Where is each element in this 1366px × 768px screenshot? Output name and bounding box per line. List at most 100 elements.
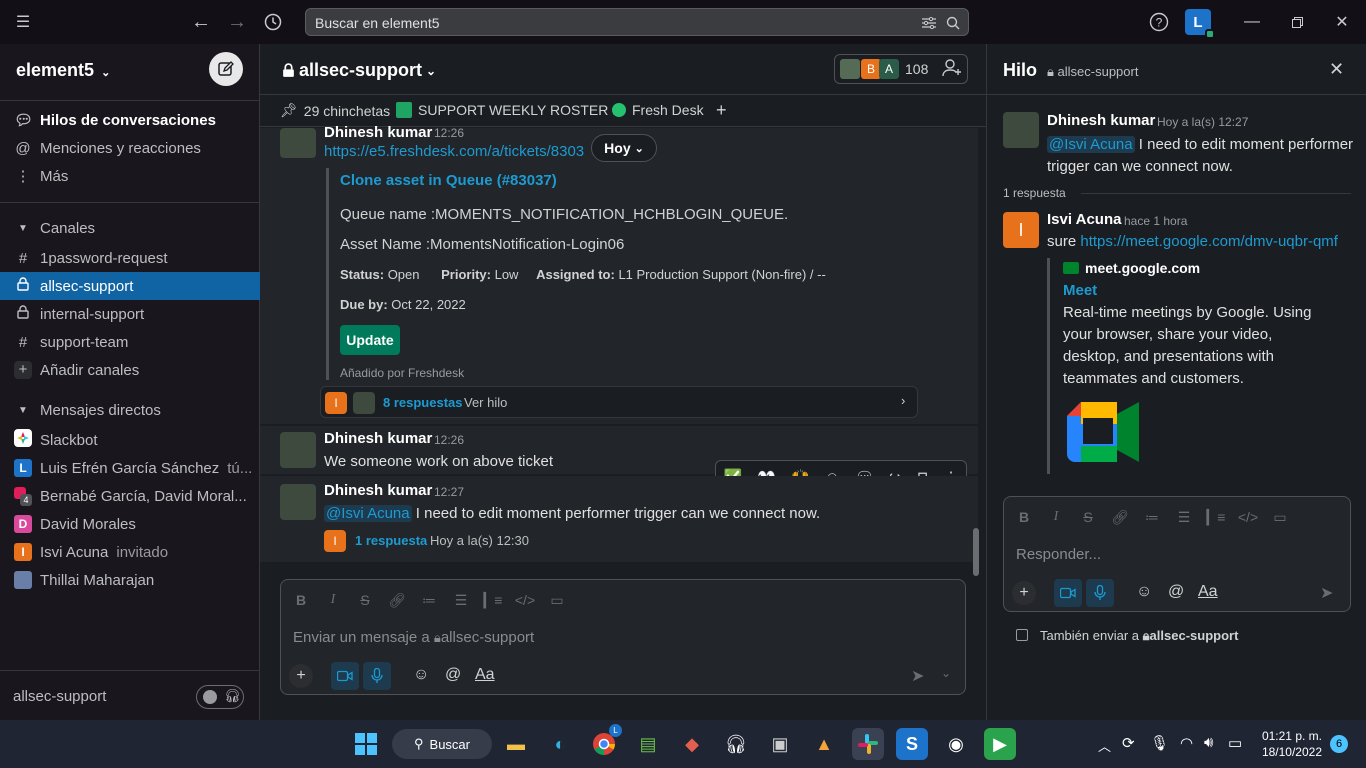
notepad-icon[interactable]: ▤ — [632, 728, 664, 760]
nav-mentions[interactable]: @ Menciones y reacciones — [0, 134, 260, 162]
strikethrough-icon[interactable]: S — [349, 592, 381, 609]
ticket-link[interactable]: https://e5.freshdesk.com/a/tickets/8303 — [324, 143, 584, 160]
code-block-icon[interactable]: ▭ — [1264, 509, 1296, 526]
blockquote-icon[interactable]: ▎≡ — [477, 592, 509, 609]
app-orange-icon[interactable]: ▲ — [808, 728, 840, 760]
search-bar[interactable]: Buscar en element5 — [305, 8, 969, 36]
replies-count[interactable]: 1 respuesta — [355, 533, 427, 548]
text-format-button[interactable]: Aa — [1198, 583, 1218, 601]
channel-title[interactable]: allsec-support ⌄ — [282, 60, 436, 81]
package-icon[interactable]: ◆ — [676, 728, 708, 760]
edge-icon[interactable]: ◐ — [544, 728, 576, 760]
card-title[interactable]: Clone asset in Queue (#83037) — [340, 172, 557, 189]
headset-icon[interactable]: 🎧︎ — [720, 728, 752, 760]
author-name[interactable]: Dhinesh kumar — [324, 124, 432, 141]
chrome-icon[interactable]: L — [588, 724, 622, 760]
huddle-toggle[interactable]: 🎧︎ — [196, 685, 244, 709]
clock[interactable]: 01:21 p. m. 18/10/2022 — [1256, 728, 1322, 760]
slack-taskbar-icon[interactable] — [852, 728, 884, 760]
bulleted-list-icon[interactable]: ☰ — [445, 592, 477, 609]
sidebar-item-allsec-support[interactable]: allsec-support — [0, 272, 260, 300]
dm-group[interactable]: 4 Bernabé García, David Moral... — [0, 482, 260, 510]
bold-icon[interactable]: B — [1008, 509, 1040, 526]
video-clip-button[interactable] — [1054, 579, 1082, 607]
also-send-checkbox[interactable] — [1016, 629, 1028, 641]
strikethrough-icon[interactable]: S — [1072, 509, 1104, 526]
meet-link[interactable]: https://meet.google.com/dmv-uqbr-qmf — [1080, 233, 1338, 250]
link-icon[interactable]: 🔗︎ — [1104, 509, 1136, 526]
bold-icon[interactable]: B — [285, 592, 317, 609]
microphone-tray-icon[interactable]: 🎙︎ — [1150, 734, 1169, 752]
composer-input[interactable]: Enviar un mensaje a 🔒︎allsec-support — [293, 629, 534, 646]
thread-summary[interactable]: I 8 respuestas Ver hilo › — [320, 386, 918, 418]
add-bookmark-button[interactable]: + — [716, 100, 727, 121]
date-divider-pill[interactable]: Hoy ⌄ — [591, 134, 657, 162]
author-name[interactable]: Isvi Acuna — [1047, 211, 1121, 228]
reply-input[interactable]: Responder... — [1016, 546, 1101, 563]
dm-thillai[interactable]: Thillai Maharajan — [0, 566, 260, 594]
app-green-icon[interactable]: ▶ — [984, 728, 1016, 760]
italic-icon[interactable]: I — [1040, 509, 1072, 526]
roster-bookmark[interactable]: SUPPORT WEEKLY ROSTER ... — [396, 102, 624, 118]
bulleted-list-icon[interactable]: ☰ — [1168, 509, 1200, 526]
timestamp[interactable]: hace 1 hora — [1124, 214, 1187, 228]
dm-slackbot[interactable]: Slackbot — [0, 426, 260, 454]
view-thread-link[interactable]: Ver hilo — [464, 395, 507, 410]
thread-channel[interactable]: 🔒︎ allsec-support — [1047, 64, 1138, 80]
add-member-button[interactable] — [940, 56, 968, 84]
blockquote-icon[interactable]: ▎≡ — [1200, 509, 1232, 526]
timestamp[interactable]: Hoy a la(s) 12:27 — [1157, 115, 1248, 129]
mention-icon[interactable]: @ — [1168, 583, 1184, 601]
code-icon[interactable]: </> — [1232, 509, 1264, 526]
close-thread-icon[interactable]: ✕ — [1329, 59, 1344, 80]
nav-more[interactable]: ⋮ Más — [0, 162, 260, 190]
timestamp[interactable]: 12:26 — [434, 433, 464, 447]
dm-header[interactable]: ▼ Mensajes directos — [0, 396, 260, 424]
audio-clip-button[interactable] — [1086, 579, 1114, 607]
chevron-down-icon[interactable]: ⌄ — [941, 666, 951, 680]
sidebar-item-1password-request[interactable]: #1password-request — [0, 244, 260, 272]
mention-icon[interactable]: @ — [445, 666, 461, 684]
user-avatar[interactable]: L — [1185, 9, 1215, 39]
code-icon[interactable]: </> — [509, 592, 541, 609]
search-icon[interactable] — [944, 14, 962, 32]
text-format-button[interactable]: Aa — [475, 666, 495, 684]
file-explorer-icon[interactable]: ▬ — [500, 728, 532, 760]
start-icon[interactable] — [350, 728, 382, 760]
restore-icon[interactable] — [1287, 12, 1307, 32]
help-icon[interactable]: ? — [1148, 11, 1170, 33]
back-arrow-icon[interactable]: ← — [190, 10, 212, 34]
ordered-list-icon[interactable]: ≔ — [1136, 509, 1168, 526]
app-blue-icon[interactable]: S — [896, 728, 928, 760]
video-clip-button[interactable] — [331, 662, 359, 690]
ordered-list-icon[interactable]: ≔ — [413, 592, 445, 609]
sidebar-item-support-team[interactable]: # support-team — [0, 328, 260, 356]
history-icon[interactable] — [262, 10, 284, 34]
battery-icon[interactable]: ▭ — [1228, 734, 1242, 752]
close-window-icon[interactable]: ✕ — [1332, 12, 1352, 32]
menu-icon[interactable]: ☰ — [12, 12, 34, 32]
author-name[interactable]: Dhinesh kumar — [1047, 112, 1155, 129]
channels-header[interactable]: ▼ Canales — [0, 214, 260, 242]
emoji-icon[interactable]: ☺︎ — [1136, 583, 1152, 601]
sidebar-item-internal-support[interactable]: internal-support — [0, 300, 260, 328]
replies-count[interactable]: 8 respuestas — [383, 395, 463, 410]
forward-arrow-icon[interactable]: → — [226, 10, 248, 34]
freshdesk-bookmark[interactable]: Fresh Desk — [612, 102, 704, 118]
author-name[interactable]: Dhinesh kumar — [324, 482, 432, 499]
obs-icon[interactable]: ◉ — [940, 728, 972, 760]
sync-icon[interactable]: ⟳ — [1122, 734, 1135, 752]
volume-icon[interactable]: 🔊︎ — [1204, 734, 1213, 751]
workspace-name[interactable]: element5 ⌄ — [16, 60, 110, 81]
timestamp[interactable]: 12:27 — [434, 485, 464, 499]
add-channels[interactable]: + Añadir canales — [0, 356, 260, 384]
send-icon[interactable]: ➤ — [911, 666, 924, 686]
unfurl-title[interactable]: Meet — [1063, 282, 1097, 299]
scrollbar[interactable] — [973, 528, 979, 576]
dm-david[interactable]: D David Morales — [0, 510, 260, 538]
notification-badge[interactable]: 6 — [1330, 735, 1348, 753]
user-mention[interactable]: @Isvi Acuna — [1047, 136, 1135, 153]
send-icon[interactable]: ➤ — [1320, 583, 1333, 603]
author-name[interactable]: Dhinesh kumar — [324, 430, 432, 447]
terminal-icon[interactable]: ▣ — [764, 728, 796, 760]
